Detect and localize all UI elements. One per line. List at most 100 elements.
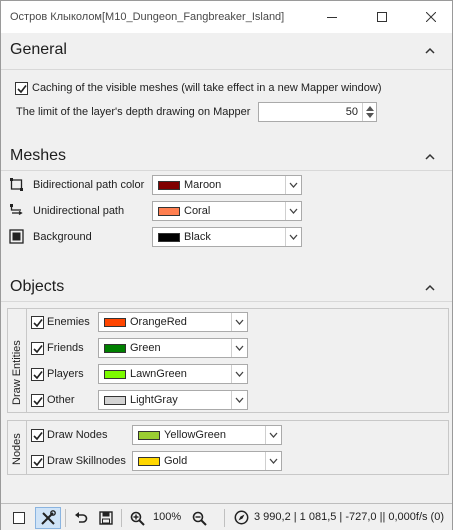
save-button[interactable] bbox=[95, 507, 117, 529]
enemies-color-combo[interactable]: OrangeRed bbox=[98, 312, 248, 332]
friends-color-combo[interactable]: Green bbox=[98, 338, 248, 358]
combo-dropdown-button[interactable] bbox=[231, 365, 247, 383]
combo-dropdown-button[interactable] bbox=[285, 176, 301, 194]
checkmark-icon bbox=[33, 397, 43, 406]
toolbar-separator bbox=[65, 509, 66, 527]
chevron-down-icon bbox=[289, 208, 298, 214]
color-name: LawnGreen bbox=[130, 368, 187, 380]
maximize-button[interactable] bbox=[367, 1, 397, 33]
minimize-button[interactable] bbox=[317, 1, 347, 33]
unidirectional-color-combo[interactable]: Coral bbox=[152, 201, 302, 221]
combo-dropdown-button[interactable] bbox=[265, 426, 281, 444]
background-color-combo[interactable]: Black bbox=[152, 227, 302, 247]
section-separator bbox=[1, 301, 452, 302]
friends-checkbox[interactable] bbox=[31, 342, 44, 355]
collapse-objects-icon[interactable] bbox=[424, 282, 436, 294]
close-icon bbox=[426, 12, 436, 22]
other-checkbox[interactable] bbox=[31, 394, 44, 407]
draw-entities-group-label: Draw Entities bbox=[11, 340, 23, 405]
window-title: Остров Клыколом[M10_Dungeon_Fangbreaker_… bbox=[10, 11, 285, 23]
combo-dropdown-button[interactable] bbox=[231, 391, 247, 409]
draw-skillnodes-checkbox[interactable] bbox=[31, 455, 44, 468]
players-checkbox[interactable] bbox=[31, 368, 44, 381]
unidirectional-path-icon bbox=[10, 204, 23, 216]
collapse-general-icon[interactable] bbox=[424, 45, 436, 57]
draw-nodes-color-combo[interactable]: YellowGreen bbox=[132, 425, 282, 445]
color-swatch bbox=[158, 207, 180, 216]
close-button[interactable] bbox=[416, 1, 446, 33]
friends-label: Friends bbox=[47, 342, 84, 354]
mesh-row-label: Bidirectional path color bbox=[33, 179, 145, 191]
chevron-down-icon bbox=[235, 345, 244, 351]
other-color-combo[interactable]: LightGray bbox=[98, 390, 248, 410]
spin-up-icon[interactable] bbox=[366, 106, 374, 111]
color-name: Coral bbox=[184, 205, 211, 217]
chevron-down-icon bbox=[235, 371, 244, 377]
players-color-combo[interactable]: LawnGreen bbox=[98, 364, 248, 384]
chevron-down-icon bbox=[289, 234, 298, 240]
color-swatch bbox=[104, 318, 126, 327]
toolbar-separator bbox=[224, 509, 225, 527]
undo-icon bbox=[75, 512, 88, 523]
combo-dropdown-button[interactable] bbox=[231, 339, 247, 357]
depth-limit-label: The limit of the layer's depth drawing o… bbox=[16, 106, 251, 118]
checkmark-icon bbox=[33, 319, 43, 328]
combo-dropdown-button[interactable] bbox=[265, 452, 281, 470]
checkmark-icon bbox=[33, 432, 43, 441]
chevron-down-icon bbox=[235, 319, 244, 325]
zoom-in-icon bbox=[130, 511, 145, 526]
nodes-group-label: Nodes bbox=[11, 433, 23, 465]
zoom-out-button[interactable] bbox=[188, 507, 210, 529]
players-label: Players bbox=[47, 368, 84, 380]
status-toolbar: 100% 3 990,2 | 1 081,5 | -727,0 || 0,000… bbox=[1, 503, 452, 530]
section-separator bbox=[1, 69, 452, 70]
caching-label: Caching of the visible meshes (will take… bbox=[32, 82, 382, 94]
combo-dropdown-button[interactable] bbox=[231, 313, 247, 331]
draw-nodes-checkbox[interactable] bbox=[31, 429, 44, 442]
wrench-screwdriver-icon bbox=[41, 510, 56, 525]
zoom-in-button[interactable] bbox=[126, 507, 148, 529]
enemies-checkbox[interactable] bbox=[31, 316, 44, 329]
combo-dropdown-button[interactable] bbox=[285, 202, 301, 220]
compass-icon bbox=[234, 510, 249, 525]
zoom-out-icon bbox=[192, 511, 207, 526]
chevron-down-icon bbox=[289, 182, 298, 188]
bidirectional-color-combo[interactable]: Maroon bbox=[152, 175, 302, 195]
checkmark-icon bbox=[33, 371, 43, 380]
chevron-down-icon bbox=[269, 432, 278, 438]
color-swatch bbox=[104, 370, 126, 379]
toggle-panel-button[interactable] bbox=[8, 507, 30, 529]
square-icon bbox=[13, 512, 25, 524]
settings-window: Остров Клыколом[M10_Dungeon_Fangbreaker_… bbox=[0, 0, 453, 530]
draw-skillnodes-color-combo[interactable]: Gold bbox=[132, 451, 282, 471]
color-swatch bbox=[158, 181, 180, 190]
collapse-meshes-icon[interactable] bbox=[424, 151, 436, 163]
mesh-row-label: Unidirectional path bbox=[33, 205, 125, 217]
save-icon bbox=[99, 511, 113, 525]
color-swatch bbox=[138, 431, 160, 440]
color-swatch bbox=[158, 233, 180, 242]
depth-limit-spinner[interactable]: 50 bbox=[258, 102, 377, 122]
undo-button[interactable] bbox=[70, 507, 92, 529]
zoom-level: 100% bbox=[153, 511, 182, 523]
caching-checkbox[interactable] bbox=[15, 82, 28, 95]
tools-button[interactable] bbox=[35, 507, 61, 529]
combo-dropdown-button[interactable] bbox=[285, 228, 301, 246]
checkmark-icon bbox=[33, 345, 43, 354]
color-name: LightGray bbox=[130, 394, 178, 406]
toolbar-separator bbox=[121, 509, 122, 527]
color-swatch bbox=[104, 396, 126, 405]
color-swatch bbox=[104, 344, 126, 353]
spin-down-icon[interactable] bbox=[366, 113, 374, 118]
background-icon bbox=[9, 229, 24, 244]
section-separator bbox=[1, 170, 452, 171]
spinner-arrows[interactable] bbox=[362, 103, 376, 121]
depth-limit-value: 50 bbox=[345, 106, 358, 118]
chevron-down-icon bbox=[235, 397, 244, 403]
draw-skillnodes-label: Draw Skillnodes bbox=[47, 455, 126, 467]
enemies-label: Enemies bbox=[47, 316, 90, 328]
color-name: OrangeRed bbox=[130, 316, 187, 328]
other-label: Other bbox=[47, 394, 75, 406]
title-bar: Остров Клыколом[M10_Dungeon_Fangbreaker_… bbox=[1, 1, 452, 33]
color-name: Black bbox=[184, 231, 211, 243]
